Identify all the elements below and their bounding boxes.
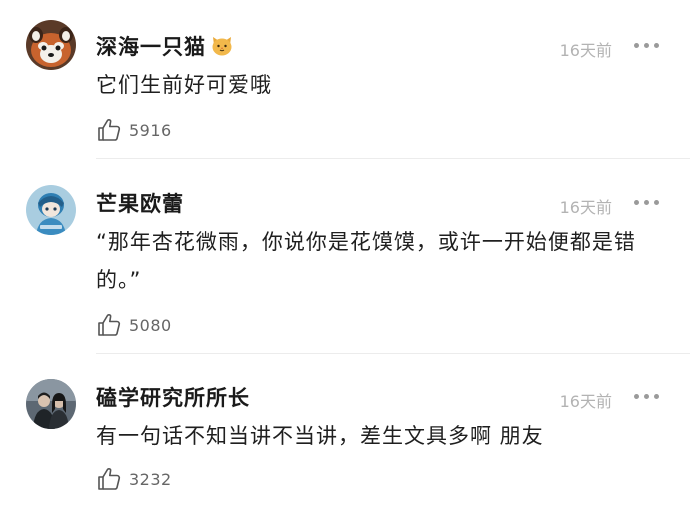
comment-text: 有一句话不知当讲不当讲，差生文具多啊 朋友 [96, 424, 544, 448]
comment-time: 16天前 [559, 392, 612, 411]
username[interactable]: 深海一只猫 [96, 31, 234, 61]
like-count: 3232 [129, 469, 172, 489]
comment-item: 磕学研究所所长 16天前 有一句话不知当讲不当讲，差生文具多啊 朋友 3232 [0, 353, 690, 507]
avatar[interactable] [26, 379, 76, 429]
avatar[interactable] [26, 185, 76, 235]
cat-emoji-icon [210, 33, 234, 57]
comment-text: 它们生前好可爱哦 [96, 73, 272, 97]
comment-time: 16天前 [559, 198, 612, 217]
username[interactable]: 芒果欧蕾 [96, 188, 184, 218]
comment-list: 深海一只猫 16天前 它们生前好可爱哦 5916 芒果欧蕾 16天前 “那年杏花… [0, 0, 690, 507]
like-button[interactable]: 5080 [96, 312, 172, 338]
like-count: 5080 [129, 315, 172, 335]
couple-photo-avatar-icon [26, 379, 76, 429]
like-button[interactable]: 5916 [96, 117, 172, 143]
avatar[interactable] [26, 20, 76, 70]
username[interactable]: 磕学研究所所长 [96, 382, 250, 412]
username-text: 深海一只猫 [96, 35, 206, 59]
thumbs-up-icon [98, 468, 121, 490]
comment-text: “那年杏花微雨，你说你是花馍馍，或许一开始便都是错的。” [96, 230, 636, 292]
comment-item: 深海一只猫 16天前 它们生前好可爱哦 5916 [0, 0, 690, 158]
more-options-icon[interactable] [634, 393, 660, 401]
thumbs-up-icon [98, 314, 121, 336]
like-count: 5916 [129, 120, 172, 140]
blue-character-avatar-icon [26, 185, 76, 235]
like-button[interactable]: 3232 [96, 466, 172, 492]
more-options-icon[interactable] [634, 42, 660, 50]
comment-item: 芒果欧蕾 16天前 “那年杏花微雨，你说你是花馍馍，或许一开始便都是错的。” 5… [0, 158, 690, 353]
red-panda-avatar-icon [26, 20, 76, 70]
comment-time: 16天前 [559, 41, 612, 60]
more-options-icon[interactable] [634, 199, 660, 207]
thumbs-up-icon [98, 119, 121, 141]
